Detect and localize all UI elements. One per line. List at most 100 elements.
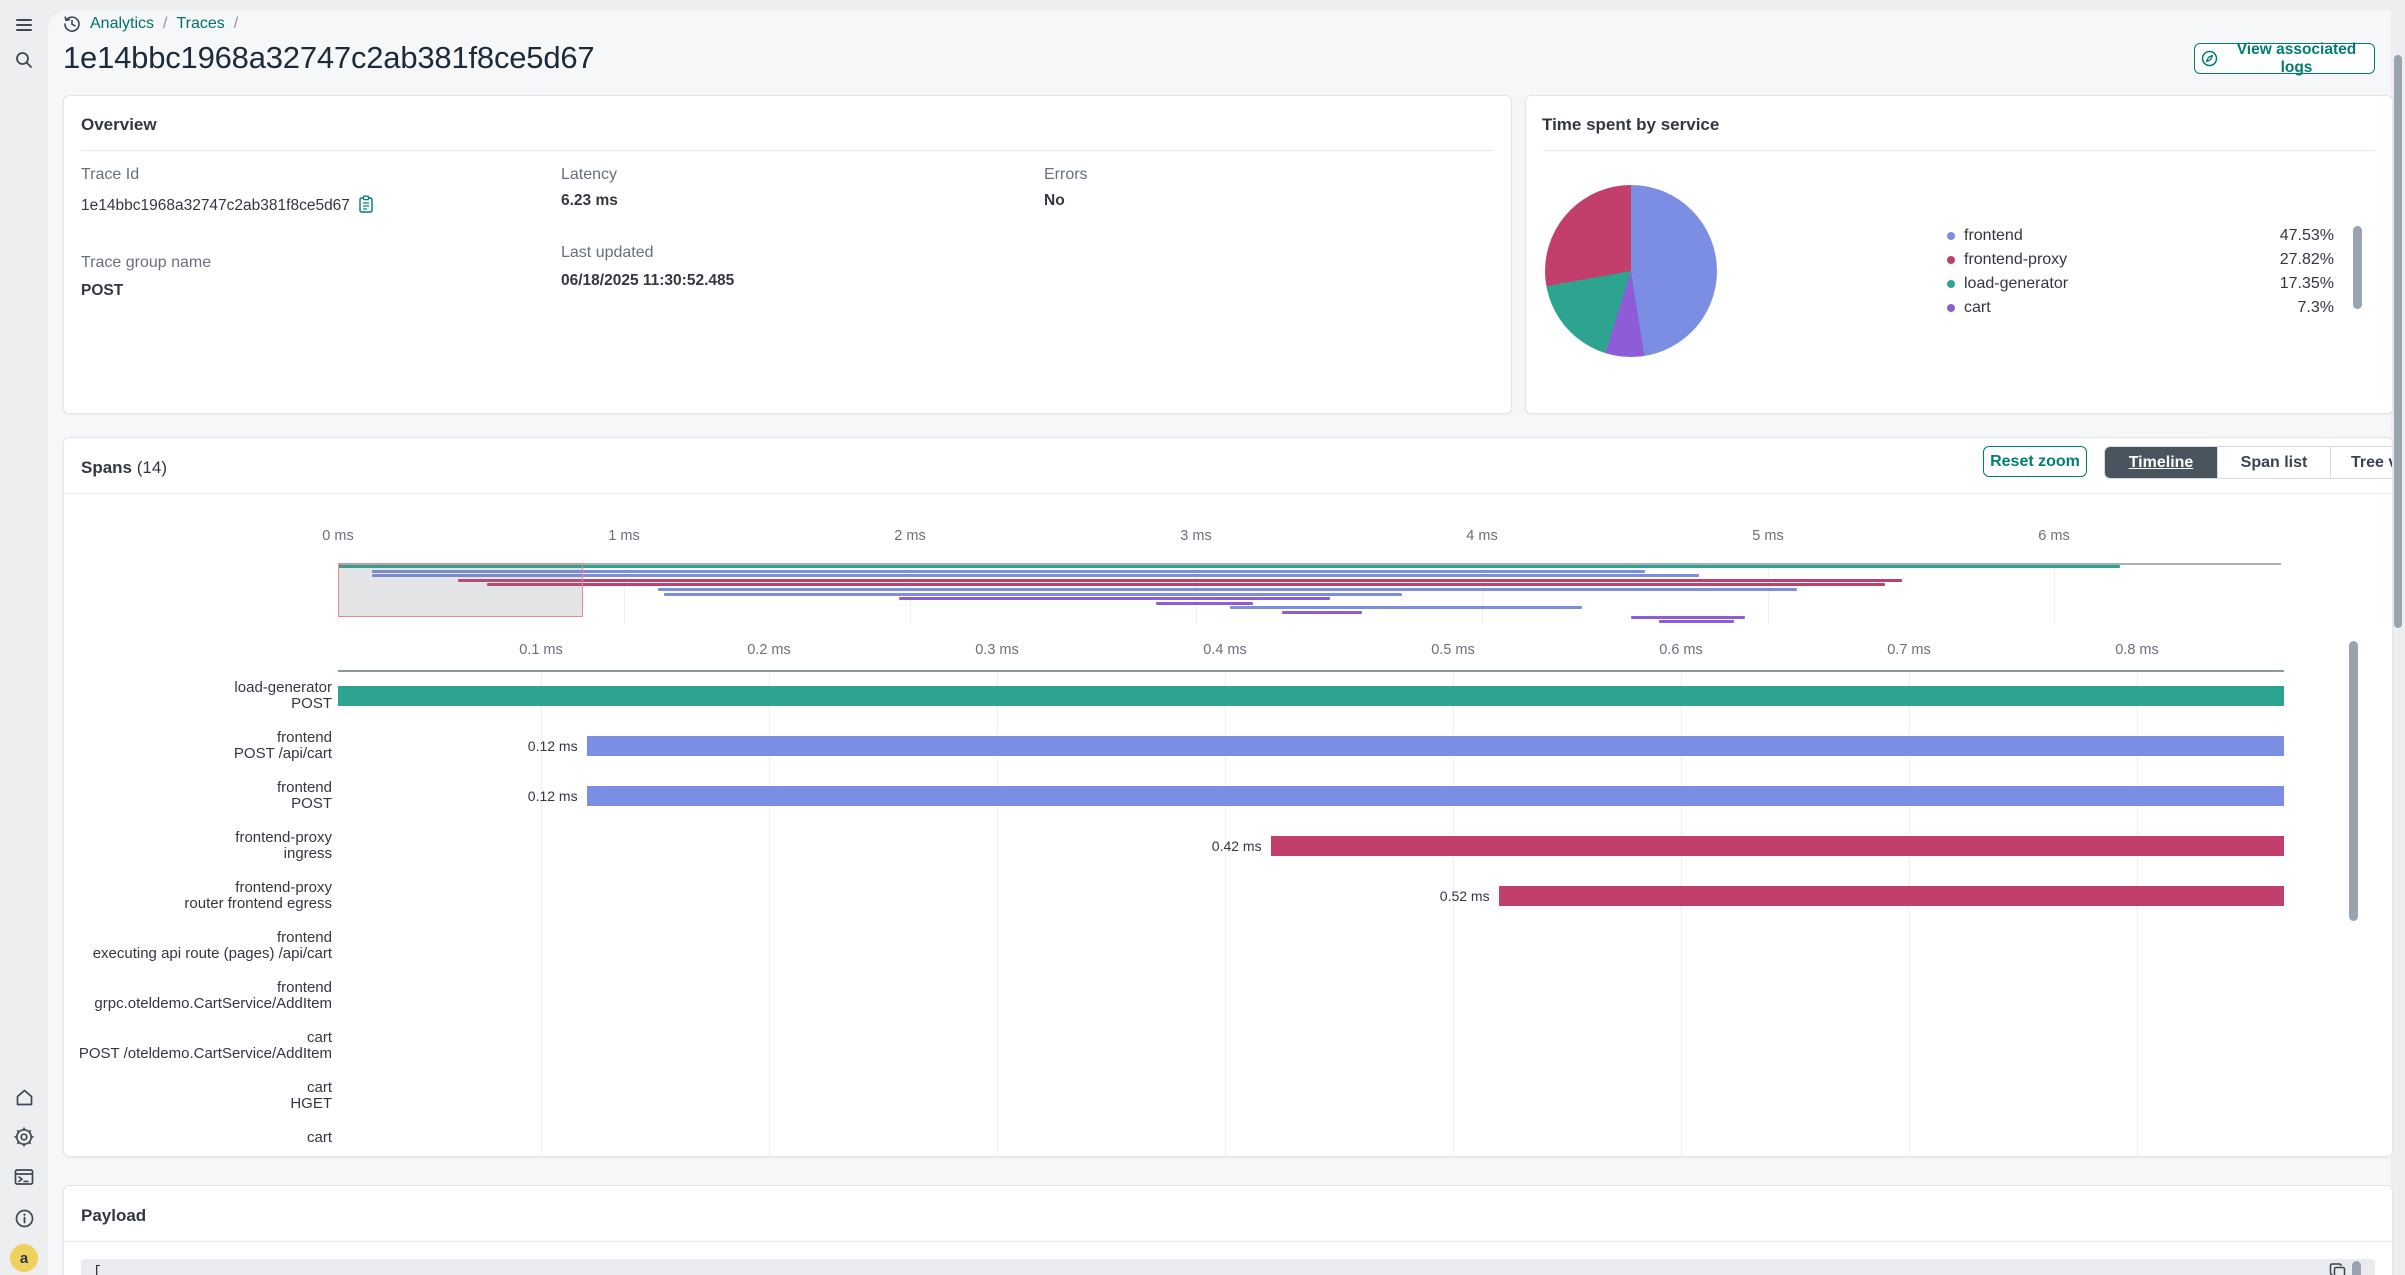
gantt-tick-label: 0.4 ms <box>1185 642 1265 658</box>
legend-item[interactable]: load-generator17.35% <box>1947 272 2334 296</box>
payload-code-text: [ <box>93 1264 102 1275</box>
breadcrumb-analytics-link[interactable]: Analytics <box>90 15 154 33</box>
span-row-label: cartPOST /oteldemo.CartService/AddItem <box>74 1030 332 1062</box>
breadcrumb-separator: / <box>163 15 167 33</box>
user-avatar[interactable]: a <box>10 1244 38 1272</box>
legend-dot <box>1947 256 1955 264</box>
gantt-tick-label: 0.8 ms <box>2097 642 2177 658</box>
span-row-label: frontendPOST /api/cart <box>74 730 332 762</box>
span-operation-name: POST /api/cart <box>74 746 332 762</box>
span-start-time: 0.42 ms <box>1172 838 1262 854</box>
trace-id-label: Trace Id <box>81 166 139 184</box>
span-row-label: frontend-proxyrouter frontend egress <box>74 880 332 912</box>
home-icon[interactable] <box>12 1085 36 1109</box>
legend-label: frontend-proxy <box>1964 251 2280 269</box>
tab-timeline[interactable]: Timeline <box>2105 447 2217 478</box>
search-icon[interactable] <box>12 48 36 72</box>
span-bar[interactable] <box>1271 836 2284 856</box>
gantt-tick-label: 0.3 ms <box>957 642 1037 658</box>
legend-item[interactable]: frontend-proxy27.82% <box>1947 248 2334 272</box>
payload-code-block[interactable]: [ <box>81 1259 2375 1275</box>
spans-card: Spans (14) Reset zoom TimelineSpan listT… <box>63 437 2393 1157</box>
span-operation-name: POST /oteldemo.CartService/AddItem <box>74 1046 332 1062</box>
breadcrumb-separator: / <box>234 15 238 33</box>
page-scrollbar[interactable] <box>2394 55 2402 628</box>
tab-tree-view[interactable]: Tree view <box>2330 447 2393 478</box>
span-operation-name: POST <box>74 796 332 812</box>
legend-scrollbar[interactable] <box>2353 226 2362 309</box>
span-service-name: frontend <box>74 930 332 946</box>
latency-value: 6.23 ms <box>561 192 618 210</box>
minimap-selection[interactable] <box>338 563 583 617</box>
minimap-span-bar <box>1230 606 1582 609</box>
span-bar[interactable] <box>1499 886 2284 906</box>
minimap-span-bar <box>1659 620 1733 623</box>
page-title: 1e14bbc1968a32747c2ab381f8ce5d67 <box>63 40 594 76</box>
legend-item[interactable]: cart7.3% <box>1947 296 2334 320</box>
tab-span-list[interactable]: Span list <box>2217 447 2330 478</box>
discover-compass-icon <box>2201 50 2218 67</box>
minimap-tick-label: 6 ms <box>2014 528 2094 544</box>
minimap-span-bar <box>899 597 1331 600</box>
dev-console-icon[interactable] <box>12 1165 36 1189</box>
payload-copy-icon[interactable] <box>2329 1262 2347 1275</box>
minimap-span-bar <box>487 583 1886 586</box>
legend-value: 27.82% <box>2280 251 2334 269</box>
minimap-tick-label: 2 ms <box>870 528 950 544</box>
minimap-span-bar <box>338 565 2120 568</box>
menu-icon[interactable] <box>12 13 36 37</box>
pie-legend: frontend47.53%frontend-proxy27.82%load-g… <box>1947 224 2334 320</box>
history-icon <box>63 15 81 33</box>
copy-icon[interactable] <box>358 195 374 218</box>
settings-gear-icon[interactable] <box>12 1125 36 1149</box>
view-logs-label: View associated logs <box>2225 41 2368 77</box>
minimap-tick-label: 4 ms <box>1442 528 1522 544</box>
span-service-name: cart <box>74 1030 332 1046</box>
span-row-label: frontendPOST <box>74 780 332 812</box>
gantt-tick-label: 0.7 ms <box>1869 642 1949 658</box>
view-associated-logs-button[interactable]: View associated logs <box>2194 43 2375 74</box>
legend-dot <box>1947 280 1955 288</box>
legend-value: 47.53% <box>2280 227 2334 245</box>
errors-value: No <box>1044 192 1065 210</box>
span-operation-name: router frontend egress <box>74 896 332 912</box>
gantt-scrollbar[interactable] <box>2349 641 2358 921</box>
span-bar[interactable] <box>338 686 2284 706</box>
span-row-label: cartHGET <box>74 1080 332 1112</box>
span-bar[interactable] <box>587 736 2284 756</box>
reset-zoom-button[interactable]: Reset zoom <box>1983 446 2087 477</box>
gantt-tick-label: 0.2 ms <box>729 642 809 658</box>
legend-item[interactable]: frontend47.53% <box>1947 224 2334 248</box>
errors-label: Errors <box>1044 166 1088 184</box>
spans-count: (14) <box>137 458 167 477</box>
minimap-span-bar <box>658 588 1796 591</box>
gantt-tick-label: 0.6 ms <box>1641 642 1721 658</box>
trace-group-value: POST <box>81 282 123 300</box>
info-icon[interactable] <box>12 1206 36 1230</box>
span-row-label: cart <box>74 1130 332 1146</box>
time-spent-pie-chart[interactable] <box>1545 185 1717 357</box>
span-operation-name: grpc.oteldemo.CartService/AddItem <box>74 996 332 1012</box>
span-row-label: frontend-proxyingress <box>74 830 332 862</box>
legend-value: 7.3% <box>2298 299 2334 317</box>
payload-scrollbar[interactable] <box>2352 1261 2361 1275</box>
breadcrumb-traces-link[interactable]: Traces <box>176 15 224 33</box>
legend-dot <box>1947 304 1955 312</box>
span-operation-name: ingress <box>74 846 332 862</box>
span-service-name: frontend-proxy <box>74 830 332 846</box>
minimap-tick-label: 0 ms <box>298 528 378 544</box>
gantt-tick-label: 0.5 ms <box>1413 642 1493 658</box>
span-row-label: load-generatorPOST <box>74 680 332 712</box>
legend-label: cart <box>1964 299 2298 317</box>
minimap-span-bar <box>1631 616 1745 619</box>
span-service-name: frontend-proxy <box>74 880 332 896</box>
minimap-span-bar <box>1282 611 1362 614</box>
minimap-gridline <box>1768 564 1769 624</box>
span-service-name: frontend <box>74 730 332 746</box>
span-row-label: frontendexecuting api route (pages) /api… <box>74 930 332 962</box>
span-bar[interactable] <box>587 786 2284 806</box>
span-service-name: cart <box>74 1130 332 1146</box>
minimap-span-bar <box>1156 602 1253 605</box>
span-start-time: 0.52 ms <box>1400 888 1490 904</box>
trace-id-value: 1e14bbc1968a32747c2ab381f8ce5d67 <box>81 195 374 218</box>
